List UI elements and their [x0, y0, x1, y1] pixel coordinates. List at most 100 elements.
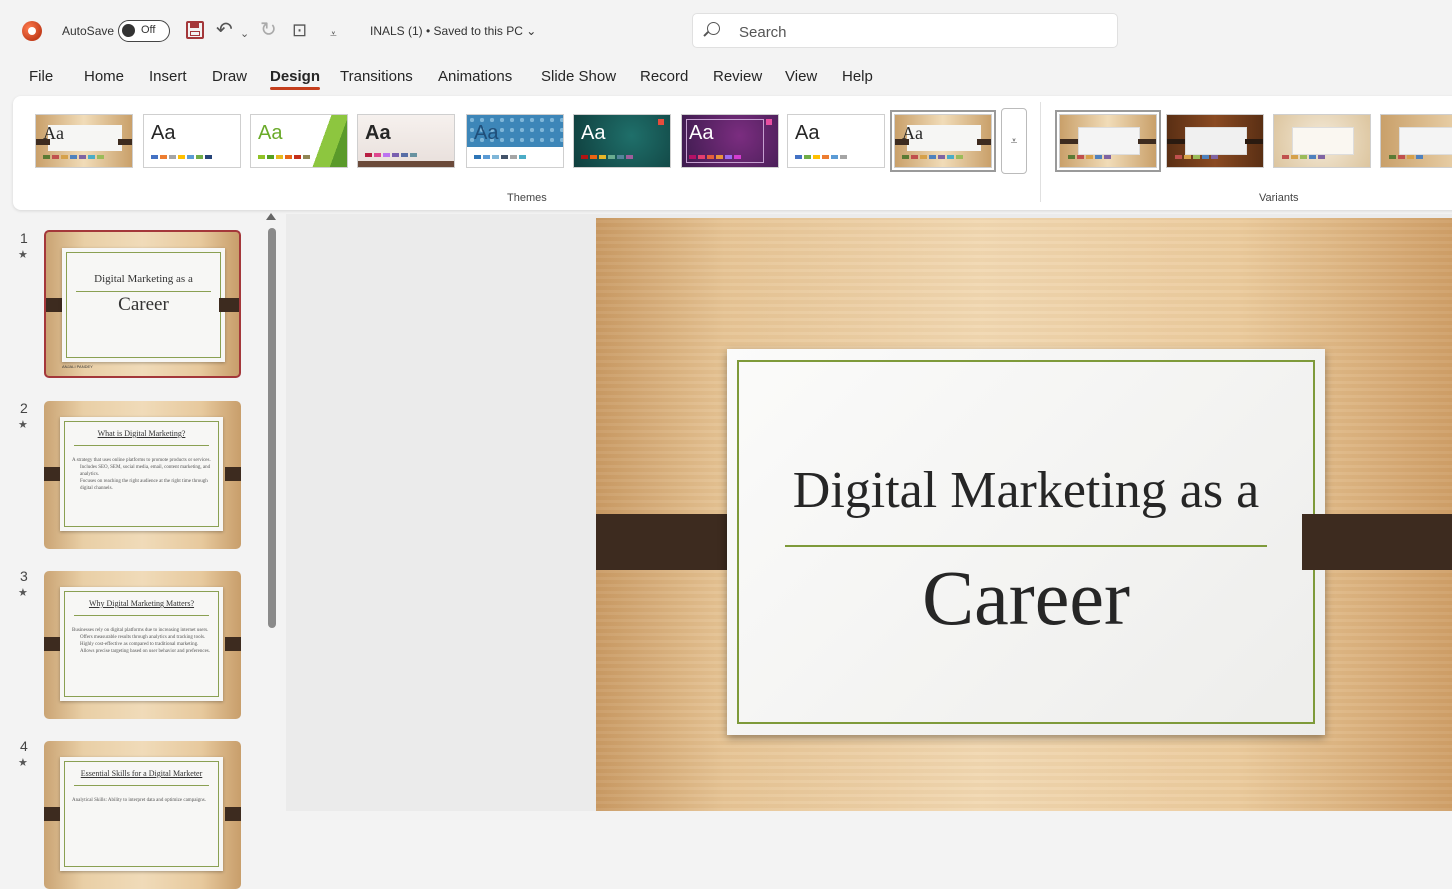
tab-help[interactable]: Help: [842, 68, 873, 85]
thumb-title: Essential Skills for a Digital Marketer: [80, 769, 203, 778]
theme-preview-text: Aa: [258, 122, 283, 144]
title-bar: AutoSave Off ↶ ⌄ ↻ ⊡ ⩡ INALS (1) • Saved…: [0, 0, 1452, 60]
title-card: Digital Marketing as a Career: [727, 349, 1325, 735]
slide-thumbnail-2[interactable]: What is Digital Marketing? A strategy th…: [44, 401, 241, 549]
tab-record[interactable]: Record: [640, 68, 688, 85]
themes-more-button[interactable]: ⩡: [1001, 108, 1027, 174]
theme-ion[interactable]: Aa: [573, 114, 671, 168]
redo-icon[interactable]: ↻: [260, 18, 277, 42]
slide-thumbnail-4[interactable]: Essential Skills for a Digital Marketer …: [44, 741, 241, 889]
color-swatches: [689, 155, 741, 159]
thumb-title: Why Digital Marketing Matters?: [88, 599, 195, 608]
thumb-subtitle: Career: [118, 294, 169, 315]
color-swatches: [258, 155, 310, 159]
theme-preview-text: Aa: [151, 122, 176, 144]
present-icon[interactable]: ⊡: [292, 18, 307, 42]
thumb-bullet: Allows precise targeting based on user b…: [80, 649, 210, 654]
design-ribbon: Aa Aa Aa Aa Aa Aa Aa Aa Aa ⩡ Themes Vari…: [13, 96, 1452, 210]
thumb-bullet: Businesses rely on digital platforms due…: [72, 628, 209, 633]
undo-icon[interactable]: ↶: [216, 18, 233, 42]
theme-preview-text: Aa: [689, 122, 714, 144]
thumb-bullet: Includes SEO, SEM, social media, email, …: [80, 465, 211, 477]
theme-wood-type[interactable]: Aa: [35, 114, 133, 168]
autosave-toggle[interactable]: Off: [118, 20, 170, 42]
thumb-bullet: Focuses on reaching the right audience a…: [80, 479, 208, 491]
document-title[interactable]: INALS (1) • Saved to this PC ⌄: [370, 24, 536, 38]
themes-group-label: Themes: [507, 192, 547, 204]
theme-preview-text: Aa: [365, 122, 391, 144]
slide-thumbnail-panel: 1 ★ Digital Marketing as a Career ANJALI…: [0, 214, 286, 889]
tab-home[interactable]: Home: [84, 68, 124, 85]
thumb-bullet: Analytical Skills: Ability to interpret …: [72, 798, 206, 803]
theme-preview-text: Aa: [474, 122, 499, 144]
thumb-bullet: A strategy that uses online platforms to…: [72, 458, 211, 463]
slide-subtitle[interactable]: Career: [727, 553, 1325, 643]
search-input[interactable]: [737, 21, 1101, 43]
ribbon-tabs: File Home Insert Draw Design Transitions…: [0, 62, 1452, 94]
theme-office[interactable]: Aa: [143, 114, 241, 168]
autosave-label: AutoSave: [62, 24, 115, 38]
tab-slide-show[interactable]: Slide Show: [541, 68, 616, 85]
thumb-bullets: Businesses rely on digital platforms due…: [72, 627, 215, 655]
color-swatches: [365, 153, 417, 157]
theme-preview-text: Aa: [43, 123, 64, 143]
tab-design[interactable]: Design: [270, 68, 321, 90]
variant-1[interactable]: [1055, 110, 1161, 172]
theme-pattern[interactable]: Aa: [466, 114, 564, 168]
slide-title[interactable]: Digital Marketing as a: [727, 461, 1325, 520]
color-swatches: [795, 155, 847, 159]
slide-thumbnail-1[interactable]: Digital Marketing as a Career ANJALI PAN…: [44, 230, 241, 378]
autosave-state: Off: [141, 24, 156, 36]
theme-gallery[interactable]: Aa: [357, 114, 455, 168]
theme-preview-text: Aa: [581, 122, 606, 144]
tab-file[interactable]: File: [29, 68, 53, 85]
animation-star-icon: ★: [18, 419, 28, 431]
tab-transitions[interactable]: Transitions: [340, 68, 413, 85]
tab-animations[interactable]: Animations: [438, 68, 512, 85]
variant-4[interactable]: [1380, 114, 1452, 168]
theme-preview-text: Aa: [902, 123, 923, 143]
color-swatches: [902, 155, 963, 159]
search-icon: [707, 22, 720, 35]
animation-star-icon: ★: [18, 757, 28, 769]
group-separator: [1040, 102, 1041, 202]
save-icon[interactable]: [186, 21, 204, 39]
tab-insert[interactable]: Insert: [149, 68, 187, 85]
color-swatches: [43, 155, 104, 159]
thumb-bullet: Offers measurable results through analyt…: [80, 635, 206, 640]
thumb-footer: ANJALI PANDEY: [62, 364, 93, 369]
variant-3[interactable]: [1273, 114, 1371, 168]
powerpoint-logo-icon: [22, 21, 42, 41]
undo-dropdown-icon[interactable]: ⌄: [240, 22, 249, 46]
slide-number: 1: [20, 230, 28, 246]
decorative-bar-right: [1302, 514, 1452, 570]
scroll-up-arrow-icon[interactable]: [266, 213, 276, 220]
tab-review[interactable]: Review: [713, 68, 762, 85]
slide-panel-scrollbar[interactable]: [268, 228, 276, 628]
slide-number: 3: [20, 568, 28, 584]
current-slide[interactable]: Digital Marketing as a Career: [596, 218, 1452, 811]
tab-view[interactable]: View: [785, 68, 817, 85]
thumb-title: What is Digital Marketing?: [97, 429, 186, 438]
theme-wood-type-selected[interactable]: Aa: [890, 110, 996, 172]
thumb-title: Digital Marketing as a: [94, 273, 193, 285]
theme-retrospect[interactable]: Aa: [787, 114, 885, 168]
animation-star-icon: ★: [18, 249, 28, 261]
theme-facet[interactable]: Aa: [250, 114, 348, 168]
slide-thumbnail-3[interactable]: Why Digital Marketing Matters? Businesse…: [44, 571, 241, 719]
color-swatches: [581, 155, 633, 159]
theme-preview-text: Aa: [795, 122, 820, 144]
slide-number: 2: [20, 400, 28, 416]
customize-qat-icon[interactable]: ⩡: [330, 22, 337, 46]
tab-draw[interactable]: Draw: [212, 68, 247, 85]
thumb-bullets: A strategy that uses online platforms to…: [72, 457, 215, 492]
variants-group-label: Variants: [1259, 192, 1299, 204]
color-swatches: [151, 155, 212, 159]
animation-star-icon: ★: [18, 587, 28, 599]
thumb-bullet: Highly cost-effective as compared to tra…: [80, 642, 199, 647]
variant-2[interactable]: [1166, 114, 1264, 168]
theme-ion-boardroom[interactable]: Aa: [681, 114, 779, 168]
thumb-bullets: Analytical Skills: Ability to interpret …: [72, 797, 215, 804]
toggle-knob: [122, 24, 135, 37]
search-box[interactable]: [692, 13, 1118, 48]
